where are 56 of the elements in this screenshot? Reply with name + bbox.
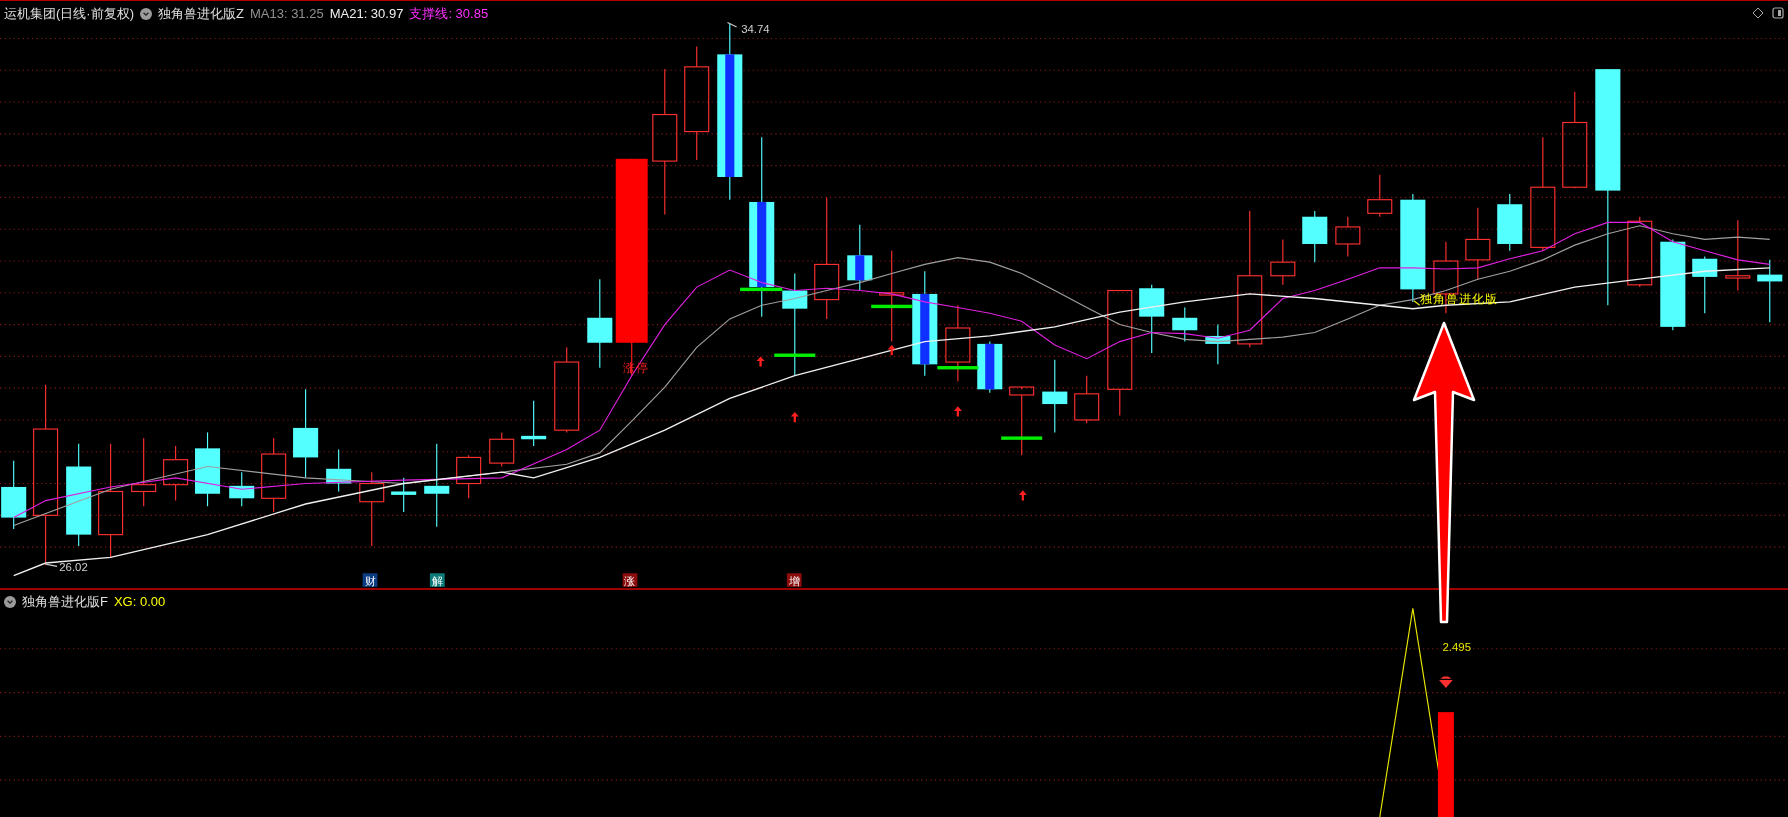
- support-value: 支撑线: 30.85: [409, 5, 489, 23]
- candlestick: [1270, 238, 1296, 286]
- low-price-label: 26.02: [59, 561, 88, 573]
- ma13-value: MA13: 31.25: [249, 5, 324, 23]
- diamond-icon[interactable]: [1752, 7, 1764, 19]
- candlestick: [1074, 375, 1100, 424]
- candlestick: [1205, 324, 1231, 365]
- candlestick: [131, 437, 157, 507]
- leader-line: [726, 22, 738, 28]
- stock-title: 运机集团(日线·前复权): [4, 5, 134, 23]
- candlestick: [1335, 216, 1361, 258]
- ma21-value: MA21: 30.97: [329, 5, 404, 23]
- candlestick: [456, 454, 482, 499]
- event-marker: 财: [362, 573, 378, 587]
- candlestick: [391, 477, 417, 513]
- candlestick: [521, 400, 547, 447]
- candlestick: [1627, 216, 1653, 288]
- candlestick: [1692, 255, 1718, 314]
- candlestick: [1009, 386, 1035, 456]
- indicator-name: 独角兽进化版F: [22, 593, 108, 611]
- candlestick: [326, 448, 352, 493]
- high-price-label: 34.74: [741, 22, 770, 35]
- signal-bar: [871, 304, 913, 309]
- signal-bar: [937, 366, 979, 370]
- up-arrow-icon: [1018, 490, 1027, 501]
- panel-toggle-icon[interactable]: [1772, 7, 1784, 19]
- candlestick: [1, 460, 27, 530]
- up-arrow-icon: [887, 345, 896, 356]
- signal-bar: [740, 287, 783, 292]
- candlestick: [1757, 259, 1783, 323]
- candlestick: [977, 341, 1003, 394]
- candlestick: [847, 224, 873, 292]
- chevron-icon[interactable]: [4, 595, 16, 608]
- up-arrow-icon: [953, 406, 962, 417]
- indicator-name: 独角兽进化版Z: [158, 5, 244, 23]
- peak-value-label: 2.495: [1442, 641, 1471, 654]
- candlestick: [1497, 193, 1523, 252]
- leader-line: [1413, 300, 1421, 306]
- up-arrow-icon: [790, 412, 799, 423]
- gem-icon: [1439, 676, 1453, 688]
- signal-bar: [774, 353, 816, 357]
- event-marker: 增: [786, 573, 802, 587]
- candlestick: [1172, 307, 1198, 343]
- leader-line: [45, 563, 58, 567]
- candlestick: [489, 431, 515, 468]
- xg-value: XG: 0.00: [113, 593, 166, 611]
- event-marker: 解: [429, 573, 445, 587]
- signal-bar: [1001, 436, 1043, 440]
- event-marker: 涨: [622, 573, 638, 587]
- candlestick: [229, 471, 255, 507]
- candlestick: [163, 445, 189, 502]
- up-arrow-icon: [756, 356, 765, 367]
- candlestick: [1139, 284, 1165, 354]
- chevron-icon[interactable]: [140, 7, 152, 20]
- candlestick: [1302, 210, 1328, 263]
- candlestick: [1367, 174, 1393, 218]
